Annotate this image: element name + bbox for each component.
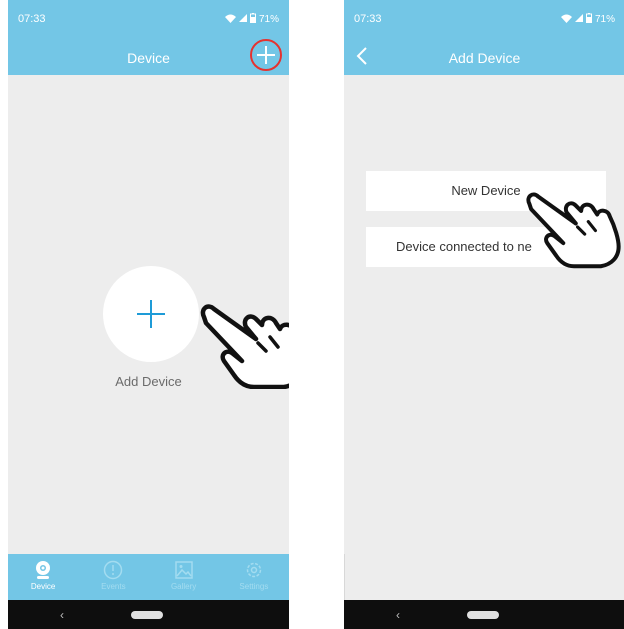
system-nav-bar: ‹ [344,600,624,629]
image-icon [174,561,193,579]
battery-icon [249,13,256,26]
tab-settings[interactable]: Settings [219,554,289,600]
nav-home-button[interactable] [131,611,163,619]
alert-circle-icon [104,560,123,580]
battery-level: 71% [258,14,279,25]
app-header: Device [8,39,289,75]
tab-label: Settings [239,582,269,591]
tab-gallery[interactable]: Gallery [149,554,219,600]
add-device-screen: 07:33 71% Add Device New Device Device c… [344,0,624,629]
plus-icon [137,300,165,328]
battery-level: 71% [594,14,615,25]
add-device-button[interactable] [103,266,199,362]
camera-icon [36,561,51,579]
status-bar: 07:33 71% [344,0,624,40]
status-time: 07:33 [354,13,382,25]
status-icons: 71% [224,13,279,26]
status-bar: 07:33 71% [8,0,289,40]
add-device-options: New Device Device connected to ne [344,75,624,554]
bottom-tab-bar: Device Events Gallery Settings [8,554,289,600]
pointing-hand-icon [200,304,289,389]
tab-label: Events [101,582,126,591]
pointing-hand-icon [526,192,621,269]
device-list-area: Add Device [8,75,289,554]
page-title: Add Device [448,50,521,66]
system-nav-bar: ‹ [8,600,289,629]
tab-device[interactable]: Device [8,554,78,600]
nav-home-button[interactable] [467,611,499,619]
status-time: 07:33 [18,13,46,25]
nav-back-button[interactable]: ‹ [396,608,400,622]
signal-icon [574,14,583,25]
wifi-icon [560,14,572,26]
page-title: Device [127,50,170,66]
nav-back-button[interactable]: ‹ [60,608,64,622]
gear-icon [246,562,262,578]
tab-label: Gallery [170,582,197,591]
plus-icon [257,46,275,64]
app-header: Add Device [344,40,624,75]
wifi-icon [224,14,236,26]
tab-label: Device [30,582,56,591]
add-device-header-button[interactable] [250,39,282,71]
status-icons: 71% [560,13,615,26]
signal-icon [238,14,247,25]
device-screen: 07:33 71% Device Add Device Device Event… [8,0,289,629]
tab-events[interactable]: Events [78,554,148,600]
battery-icon [585,13,592,26]
